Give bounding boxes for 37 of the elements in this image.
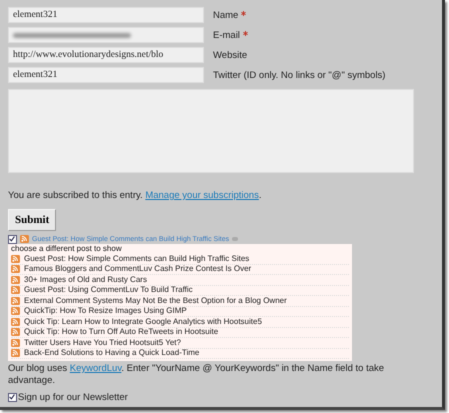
keywordluv-text: Our blog uses KeywordLuv. Enter "YourName @ YourKeywords" in the Name field to take advantage.: [8, 363, 386, 387]
rss-icon: [11, 254, 20, 263]
checkbox[interactable]: [8, 234, 17, 244]
post-option[interactable]: Famous Bloggers and CommentLuv Cash Prize Contest Is Over: [24, 264, 252, 274]
post-option[interactable]: Back-End Solutions to Having a Quick Load-Time: [24, 348, 200, 358]
rss-icon: [11, 265, 20, 274]
checkbox[interactable]: [8, 393, 17, 402]
post-option[interactable]: Quick Tip: How to Turn Off Auto ReTweets in Hootsuite: [24, 327, 218, 338]
rss-icon: [11, 296, 20, 305]
post-option[interactable]: External Comment Systems May Not Be the Best Option for a Blog Owner: [24, 296, 287, 306]
field-label: E-mail: [213, 30, 240, 40]
field-label: Website: [213, 50, 248, 60]
email-field[interactable]: [8, 27, 204, 43]
field-label: Name: [213, 10, 238, 20]
input-field[interactable]: element321: [8, 7, 204, 23]
rss-icon: [11, 286, 20, 294]
input-field[interactable]: element321: [8, 67, 204, 83]
rss-icon: [20, 235, 29, 243]
rss-icon: [11, 338, 20, 347]
field-label: Twitter (ID only. No links or "@" symbols): [213, 70, 386, 80]
dropdown-prompt: choose a different post to show: [11, 244, 123, 254]
post-option[interactable]: 30+ Images of Old and Rusty Cars: [24, 274, 147, 285]
post-option[interactable]: Quick Tip: Learn How to Integrate Google Analytics with Hootsuite5: [24, 316, 262, 327]
input-field[interactable]: http://www.evolutionarydesigns.net/blo: [8, 47, 204, 63]
newsletter-label: Sign up for our Newsletter: [18, 392, 128, 403]
rss-icon: [11, 318, 20, 326]
rss-icon: [11, 349, 20, 358]
rss-icon: [11, 276, 20, 284]
submit-button[interactable]: Submit: [8, 209, 56, 231]
post-option[interactable]: Twitter Users Have You Tried Hootsuit5 Yet?: [24, 338, 181, 348]
post-option[interactable]: Guest Post: Using CommentLuv To Build Traffic: [24, 285, 193, 296]
rss-icon: [11, 307, 20, 316]
rss-icon: [11, 328, 20, 336]
subscription-text: You are subscribed to this entry. Manage your subscriptions.: [8, 190, 262, 201]
comment-field[interactable]: [8, 89, 414, 173]
post-option[interactable]: QuickTip: How To Resize Images Using GIMP: [24, 306, 187, 316]
post-option[interactable]: Guest Post: How Simple Comments can Build High Traffic Sites: [24, 254, 250, 264]
